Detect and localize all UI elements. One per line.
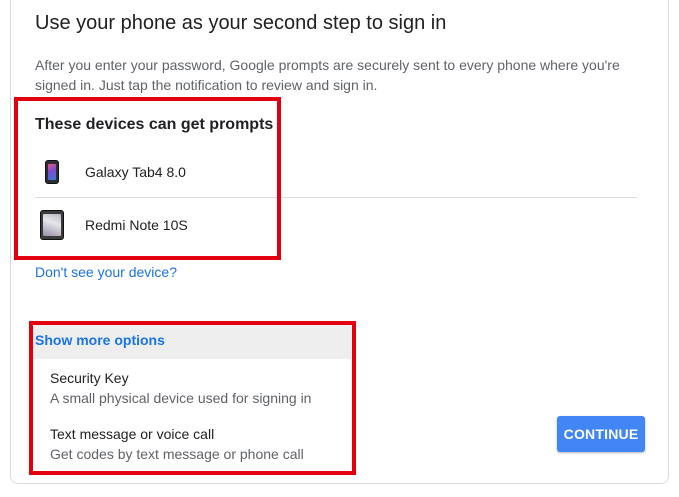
continue-button[interactable]: CONTINUE xyxy=(557,416,645,452)
device-label: Galaxy Tab4 8.0 xyxy=(85,164,186,180)
page-description: After you enter your password, Google pr… xyxy=(35,57,620,93)
option-title: Security Key xyxy=(50,370,129,386)
dont-see-device-link[interactable]: Don't see your device? xyxy=(35,264,177,280)
devices-heading: These devices can get prompts xyxy=(35,116,274,133)
phone-icon xyxy=(40,210,64,240)
option-title: Text message or voice call xyxy=(50,426,215,442)
page-title: Use your phone as your second step to si… xyxy=(35,12,447,34)
phone-icon xyxy=(45,160,59,184)
option-text-or-voice[interactable]: Text message or voice call Get codes by … xyxy=(50,425,350,463)
option-security-key[interactable]: Security Key A small physical device use… xyxy=(50,369,350,407)
device-row-galaxy-tab4: Galaxy Tab4 8.0 xyxy=(35,147,637,198)
device-label: Redmi Note 10S xyxy=(85,217,188,233)
option-subtitle: Get codes by text message or phone call xyxy=(50,446,304,462)
option-subtitle: A small physical device used for signing… xyxy=(50,390,312,406)
device-row-redmi-note-10s: Redmi Note 10S xyxy=(35,200,637,250)
show-more-options-button[interactable]: Show more options xyxy=(33,325,351,359)
